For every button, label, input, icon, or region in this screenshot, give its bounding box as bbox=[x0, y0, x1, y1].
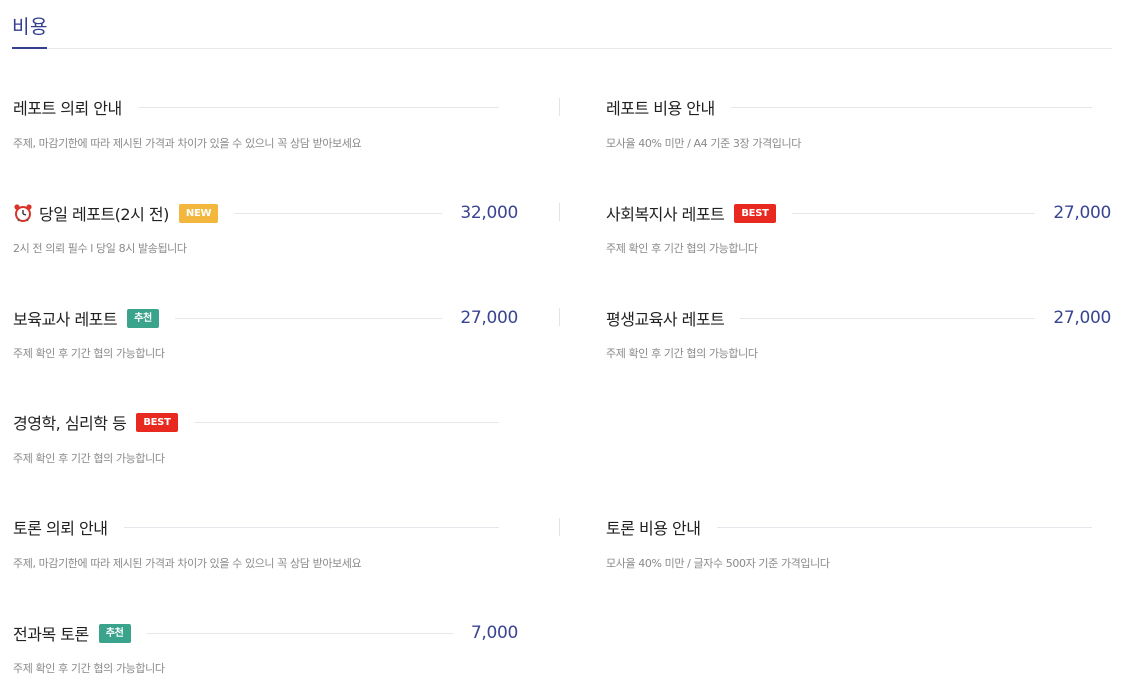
report-guide-desc: 주제, 마감기한에 따라 제시된 가격과 차이가 있을 수 있으니 꼭 상담 받… bbox=[13, 137, 362, 150]
item-title: 전과목 토론 bbox=[13, 625, 89, 644]
divider-line bbox=[123, 526, 499, 528]
item-desc: 주제 확인 후 기간 협의 가능합니다 bbox=[606, 242, 758, 255]
item-title: 당일 레포트(2시 전) bbox=[39, 205, 169, 224]
item-price: 27,000 bbox=[1053, 308, 1111, 328]
best-badge: BEST bbox=[734, 203, 776, 223]
item-title: 보육교사 레포트 bbox=[13, 310, 118, 329]
item-title: 평생교육사 레포트 bbox=[606, 310, 725, 329]
item-price: 27,000 bbox=[460, 308, 518, 328]
item-desc: 주제 확인 후 기간 협의 가능합니다 bbox=[606, 347, 758, 360]
report-guide-title: 레포트 의뢰 안내 bbox=[13, 99, 122, 118]
report-guide-row: 레포트 의뢰 안내 bbox=[13, 95, 518, 119]
debate-guide-title: 토론 의뢰 안내 bbox=[13, 519, 108, 538]
column-divider bbox=[559, 308, 560, 326]
column-divider bbox=[559, 98, 560, 116]
price-item-lifelong-education[interactable]: 평생교육사 레포트 27,000 bbox=[606, 306, 1111, 330]
divider-line bbox=[234, 212, 443, 214]
section-title: 비용 bbox=[12, 16, 48, 38]
divider-line bbox=[791, 212, 1036, 214]
price-item-same-day[interactable]: 당일 레포트(2시 전) NEW 32,000 bbox=[13, 201, 518, 225]
debate-guide-row: 토론 의뢰 안내 bbox=[13, 515, 518, 539]
report-cost-desc: 모사율 40% 미만 / A4 기준 3장 가격입니다 bbox=[606, 137, 801, 150]
section-title-underline bbox=[12, 47, 47, 49]
item-price: 27,000 bbox=[1053, 203, 1111, 223]
column-divider bbox=[559, 203, 560, 221]
debate-cost-row: 토론 비용 안내 bbox=[606, 515, 1111, 539]
divider-line bbox=[716, 526, 1092, 528]
divider-line bbox=[193, 421, 499, 423]
item-desc: 주제 확인 후 기간 협의 가능합니다 bbox=[13, 347, 165, 360]
item-price: 7,000 bbox=[470, 623, 518, 643]
column-divider bbox=[559, 518, 560, 536]
alarm-clock-icon bbox=[14, 204, 32, 222]
price-item-all-subject-debate[interactable]: 전과목 토론 추천 7,000 bbox=[13, 621, 518, 645]
divider-line bbox=[740, 317, 1036, 319]
new-badge: NEW bbox=[178, 203, 219, 223]
divider-line bbox=[174, 317, 443, 319]
price-item-social-welfare[interactable]: 사회복지사 레포트 BEST 27,000 bbox=[606, 201, 1111, 225]
report-cost-title: 레포트 비용 안내 bbox=[606, 99, 715, 118]
divider-line bbox=[146, 632, 453, 634]
price-item-business-psychology[interactable]: 경영학, 심리학 등 BEST bbox=[13, 410, 518, 434]
report-cost-row: 레포트 비용 안내 bbox=[606, 95, 1111, 119]
item-title: 경영학, 심리학 등 bbox=[13, 414, 127, 433]
debate-guide-desc: 주제, 마감기한에 따라 제시된 가격과 차이가 있을 수 있으니 꼭 상담 받… bbox=[13, 557, 362, 570]
debate-cost-desc: 모사율 40% 미만 / 글자수 500자 기준 가격입니다 bbox=[606, 557, 830, 570]
item-desc: 주제 확인 후 기간 협의 가능합니다 bbox=[13, 662, 165, 675]
best-badge: BEST bbox=[136, 412, 178, 432]
section-header: 비용 bbox=[12, 0, 1112, 49]
divider-line bbox=[730, 106, 1092, 108]
item-title: 사회복지사 레포트 bbox=[606, 205, 725, 224]
recommend-badge: 추천 bbox=[98, 623, 131, 643]
price-item-childcare[interactable]: 보육교사 레포트 추천 27,000 bbox=[13, 306, 518, 330]
divider-line bbox=[137, 106, 499, 108]
debate-cost-title: 토론 비용 안내 bbox=[606, 519, 701, 538]
item-price: 32,000 bbox=[460, 203, 518, 223]
item-desc: 주제 확인 후 기간 협의 가능합니다 bbox=[13, 452, 165, 465]
recommend-badge: 추천 bbox=[127, 308, 159, 328]
item-desc: 2시 전 의뢰 필수 l 당일 8시 발송됩니다 bbox=[13, 242, 187, 255]
